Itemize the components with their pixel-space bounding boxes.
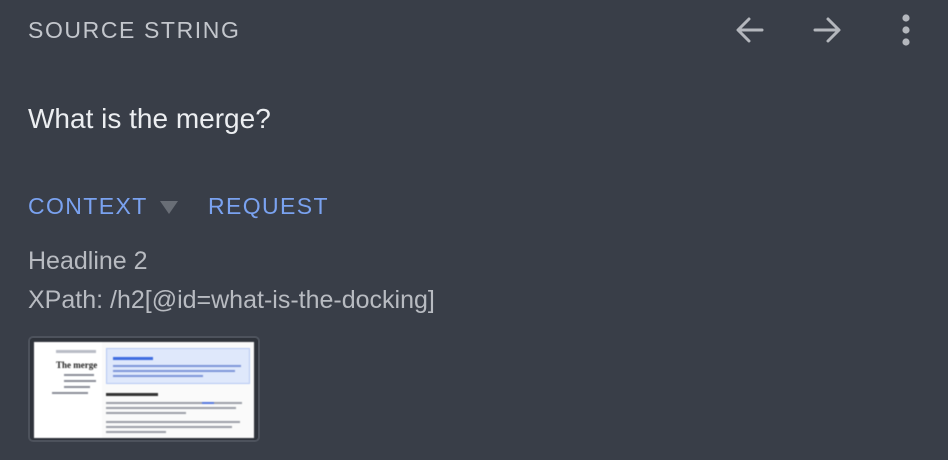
- arrow-right-icon: [813, 17, 841, 43]
- thumbnail-banner-heading: [113, 357, 153, 360]
- screenshot-image: The merge: [34, 342, 254, 438]
- source-string-panel: SOURCE STRING What is the merge? CONTEXT…: [0, 0, 948, 460]
- thumbnail-link: [202, 402, 214, 404]
- thumbnail-sidebar: The merge: [34, 342, 102, 438]
- context-screenshot-thumbnail[interactable]: The merge: [28, 336, 260, 442]
- thumbnail-text-line: [106, 407, 236, 409]
- tab-request[interactable]: REQUEST: [208, 193, 329, 220]
- thumbnail-text-line: [106, 412, 186, 414]
- thumbnail-text-line: [106, 421, 240, 423]
- thumbnail-text-line: [106, 402, 242, 404]
- more-vert-icon: [902, 14, 910, 46]
- caret-down-icon[interactable]: [160, 201, 178, 214]
- thumbnail-banner-line: [113, 370, 235, 372]
- thumbnail-text-line: [106, 431, 166, 433]
- thumbnail-nav-line: [64, 386, 90, 388]
- source-string-text: What is the merge?: [28, 103, 271, 134]
- context-element-type: Headline 2: [28, 247, 148, 275]
- arrow-left-icon: [736, 17, 764, 43]
- thumbnail-content: [106, 348, 250, 434]
- thumbnail-logo: [56, 350, 96, 353]
- thumbnail-banner-line: [113, 365, 241, 367]
- thumbnail-nav-line: [64, 374, 94, 376]
- next-string-button[interactable]: [805, 8, 849, 52]
- thumbnail-text-line: [106, 426, 232, 428]
- thumbnail-heading: [106, 393, 158, 396]
- thumbnail-nav-line: [52, 392, 88, 394]
- section-label: SOURCE STRING: [28, 17, 241, 43]
- previous-string-button[interactable]: [728, 8, 772, 52]
- tab-context[interactable]: CONTEXT: [28, 193, 148, 220]
- more-options-button[interactable]: [884, 8, 928, 52]
- thumbnail-banner-line: [113, 375, 203, 377]
- thumbnail-banner: [106, 348, 250, 384]
- thumbnail-page-title: The merge: [56, 360, 98, 370]
- context-xpath: XPath: /h2[@id=what-is-the-docking]: [28, 286, 435, 314]
- thumbnail-nav-line: [64, 380, 96, 382]
